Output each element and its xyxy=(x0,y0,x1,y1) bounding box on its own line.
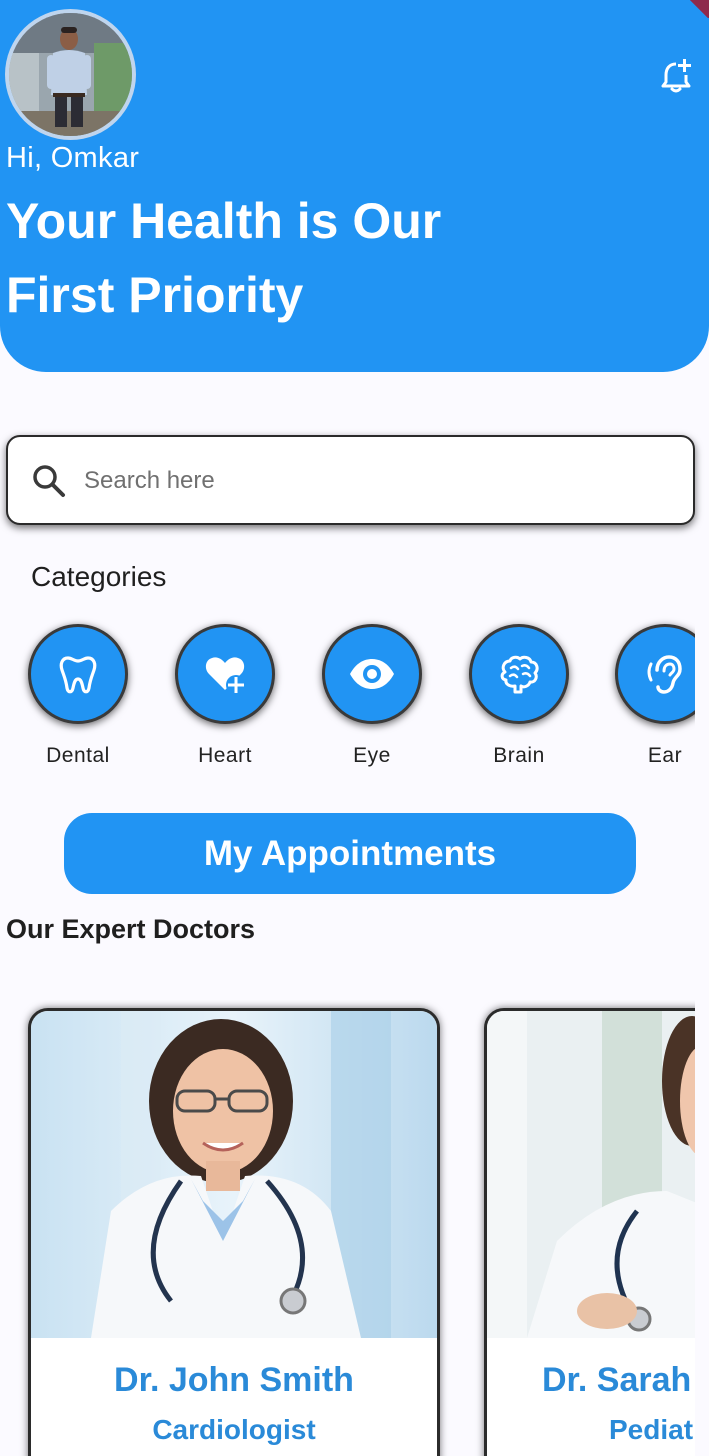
doctor-card[interactable]: Dr. John Smith Cardiologist xyxy=(28,1008,440,1456)
brain-icon xyxy=(500,655,539,694)
doctors-list[interactable]: Dr. John Smith Cardiologist Dr. Sarah Pe… xyxy=(0,1000,695,1456)
notification-bell-button[interactable] xyxy=(656,56,696,96)
search-input[interactable] xyxy=(84,457,664,505)
category-label: Brain xyxy=(493,744,545,767)
category-label: Heart xyxy=(198,744,252,767)
doctor-specialty: Cardiologist xyxy=(152,1414,316,1445)
category-ear[interactable]: Ear xyxy=(605,610,695,780)
user-avatar[interactable] xyxy=(5,9,136,140)
tooth-icon xyxy=(59,656,97,694)
category-eye-circle[interactable] xyxy=(322,624,422,724)
doctor-photo xyxy=(487,1011,695,1338)
my-appointments-button[interactable]: My Appointments xyxy=(64,813,636,894)
eye-icon xyxy=(350,659,394,689)
heart-plus-icon xyxy=(205,657,246,695)
search-bar[interactable] xyxy=(6,435,695,525)
category-dental-circle[interactable] xyxy=(28,624,128,724)
corner-decoration xyxy=(685,0,709,18)
search-icon xyxy=(33,465,65,497)
category-label: Ear xyxy=(647,744,683,767)
doctor-photo xyxy=(31,1011,437,1338)
home-screen: Hi, Omkar Your Health is Our First Prior… xyxy=(0,0,709,1456)
category-label: Dental xyxy=(46,744,110,767)
category-heart-circle[interactable] xyxy=(175,624,275,724)
page-title: Your Health is Our First Priority xyxy=(6,193,442,323)
category-label: Eye xyxy=(353,744,391,767)
category-brain-circle[interactable] xyxy=(469,624,569,724)
avatar-person-illustration xyxy=(9,13,132,136)
category-heart[interactable]: Heart xyxy=(165,610,285,780)
doctor-specialty: Pediat xyxy=(609,1414,694,1445)
category-ear-circle[interactable] xyxy=(615,624,695,724)
categories-title: Categories xyxy=(31,561,167,592)
doctor-photo-illustration xyxy=(31,1011,437,1338)
ear-icon xyxy=(647,655,682,694)
avatar-photo xyxy=(9,13,132,136)
greeting-text: Hi, Omkar xyxy=(6,142,140,174)
header-banner: Hi, Omkar Your Health is Our First Prior… xyxy=(0,0,709,372)
category-eye[interactable]: Eye xyxy=(312,610,432,780)
doctors-section-title: Our Expert Doctors xyxy=(6,914,256,944)
bell-plus-icon xyxy=(661,59,691,93)
category-dental[interactable]: Dental xyxy=(18,610,138,780)
doctor-card[interactable]: Dr. Sarah Pediat xyxy=(484,1008,695,1456)
category-brain[interactable]: Brain xyxy=(459,610,579,780)
doctor-name: Dr. John Smith xyxy=(114,1361,354,1399)
categories-list[interactable]: Dental Heart Eye Brain Ear xyxy=(0,610,695,780)
doctor-name: Dr. Sarah xyxy=(542,1361,692,1399)
doctor-photo-illustration xyxy=(487,1011,695,1338)
